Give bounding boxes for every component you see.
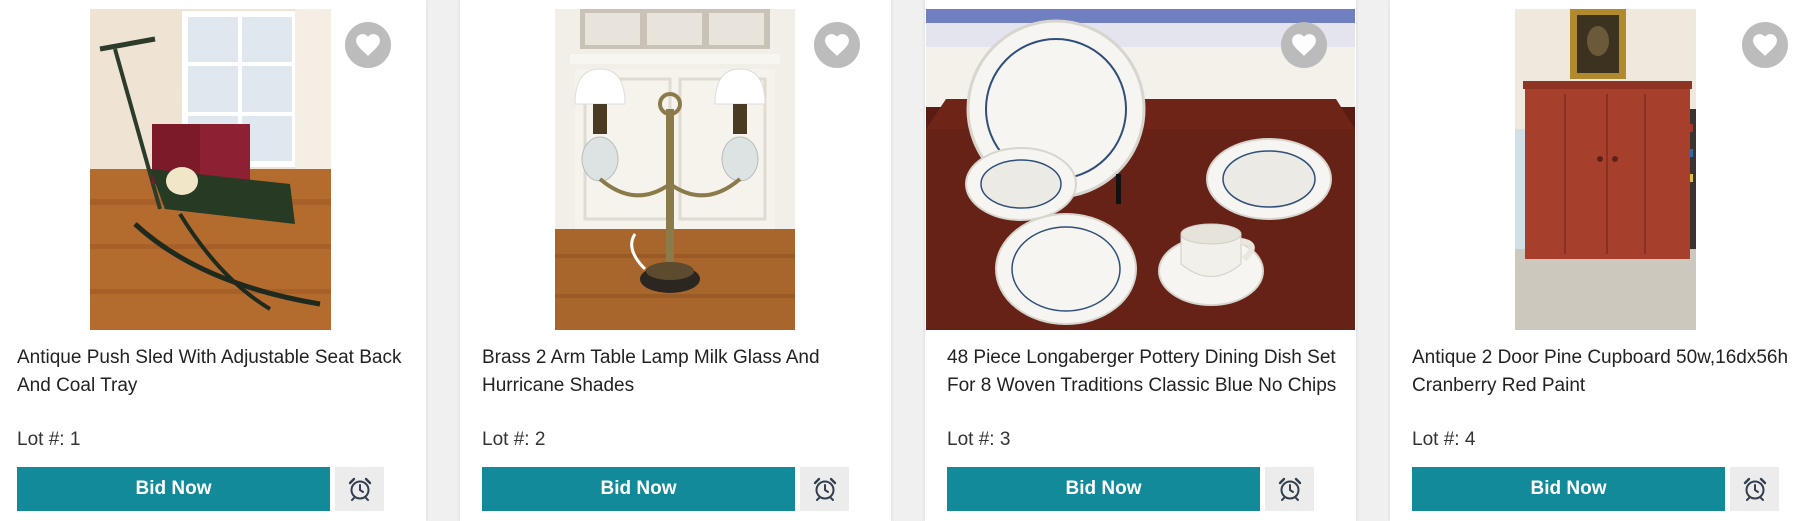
bid-now-button[interactable]: Bid Now	[482, 467, 795, 511]
bid-now-button[interactable]: Bid Now	[947, 467, 1260, 511]
lot-title[interactable]: Antique Push Sled With Adjustable Seat B…	[17, 344, 412, 400]
lot-number: Lot #: 2	[482, 429, 546, 450]
lot-number: Lot #: 3	[947, 429, 1011, 450]
lot-number: Lot #: 1	[17, 429, 81, 450]
lot-title[interactable]: Brass 2 Arm Table Lamp Milk Glass And Hu…	[482, 344, 877, 400]
heart-icon	[1753, 34, 1777, 56]
lot-image-lamp[interactable]	[555, 9, 795, 330]
reminder-button[interactable]	[1265, 467, 1314, 511]
alarm-clock-icon	[813, 477, 836, 501]
lot-card: 48 Piece Longaberger Pottery Dining Dish…	[925, 0, 1356, 521]
heart-icon	[1292, 34, 1316, 56]
alarm-clock-icon	[348, 477, 371, 501]
heart-icon	[825, 34, 849, 56]
bid-now-button[interactable]: Bid Now	[17, 467, 330, 511]
favorite-button[interactable]	[1742, 22, 1788, 68]
lot-title[interactable]: Antique 2 Door Pine Cupboard 50w,16dx56h…	[1412, 344, 1802, 400]
lot-grid: Antique Push Sled With Adjustable Seat B…	[0, 0, 1802, 521]
lot-image-sled[interactable]	[90, 9, 331, 330]
lot-image-cupboard[interactable]	[1515, 9, 1696, 330]
favorite-button[interactable]	[814, 22, 860, 68]
lot-title[interactable]: 48 Piece Longaberger Pottery Dining Dish…	[947, 344, 1342, 400]
reminder-button[interactable]	[335, 467, 384, 511]
bid-now-button[interactable]: Bid Now	[1412, 467, 1725, 511]
alarm-clock-icon	[1743, 477, 1766, 501]
favorite-button[interactable]	[345, 22, 391, 68]
reminder-button[interactable]	[800, 467, 849, 511]
lot-card: Antique Push Sled With Adjustable Seat B…	[0, 0, 426, 521]
lot-card: Antique 2 Door Pine Cupboard 50w,16dx56h…	[1390, 0, 1802, 521]
alarm-clock-icon	[1278, 477, 1301, 501]
lot-card: Brass 2 Arm Table Lamp Milk Glass And Hu…	[460, 0, 891, 521]
favorite-button[interactable]	[1281, 22, 1327, 68]
lot-number: Lot #: 4	[1412, 429, 1476, 450]
reminder-button[interactable]	[1730, 467, 1779, 511]
heart-icon	[356, 34, 380, 56]
